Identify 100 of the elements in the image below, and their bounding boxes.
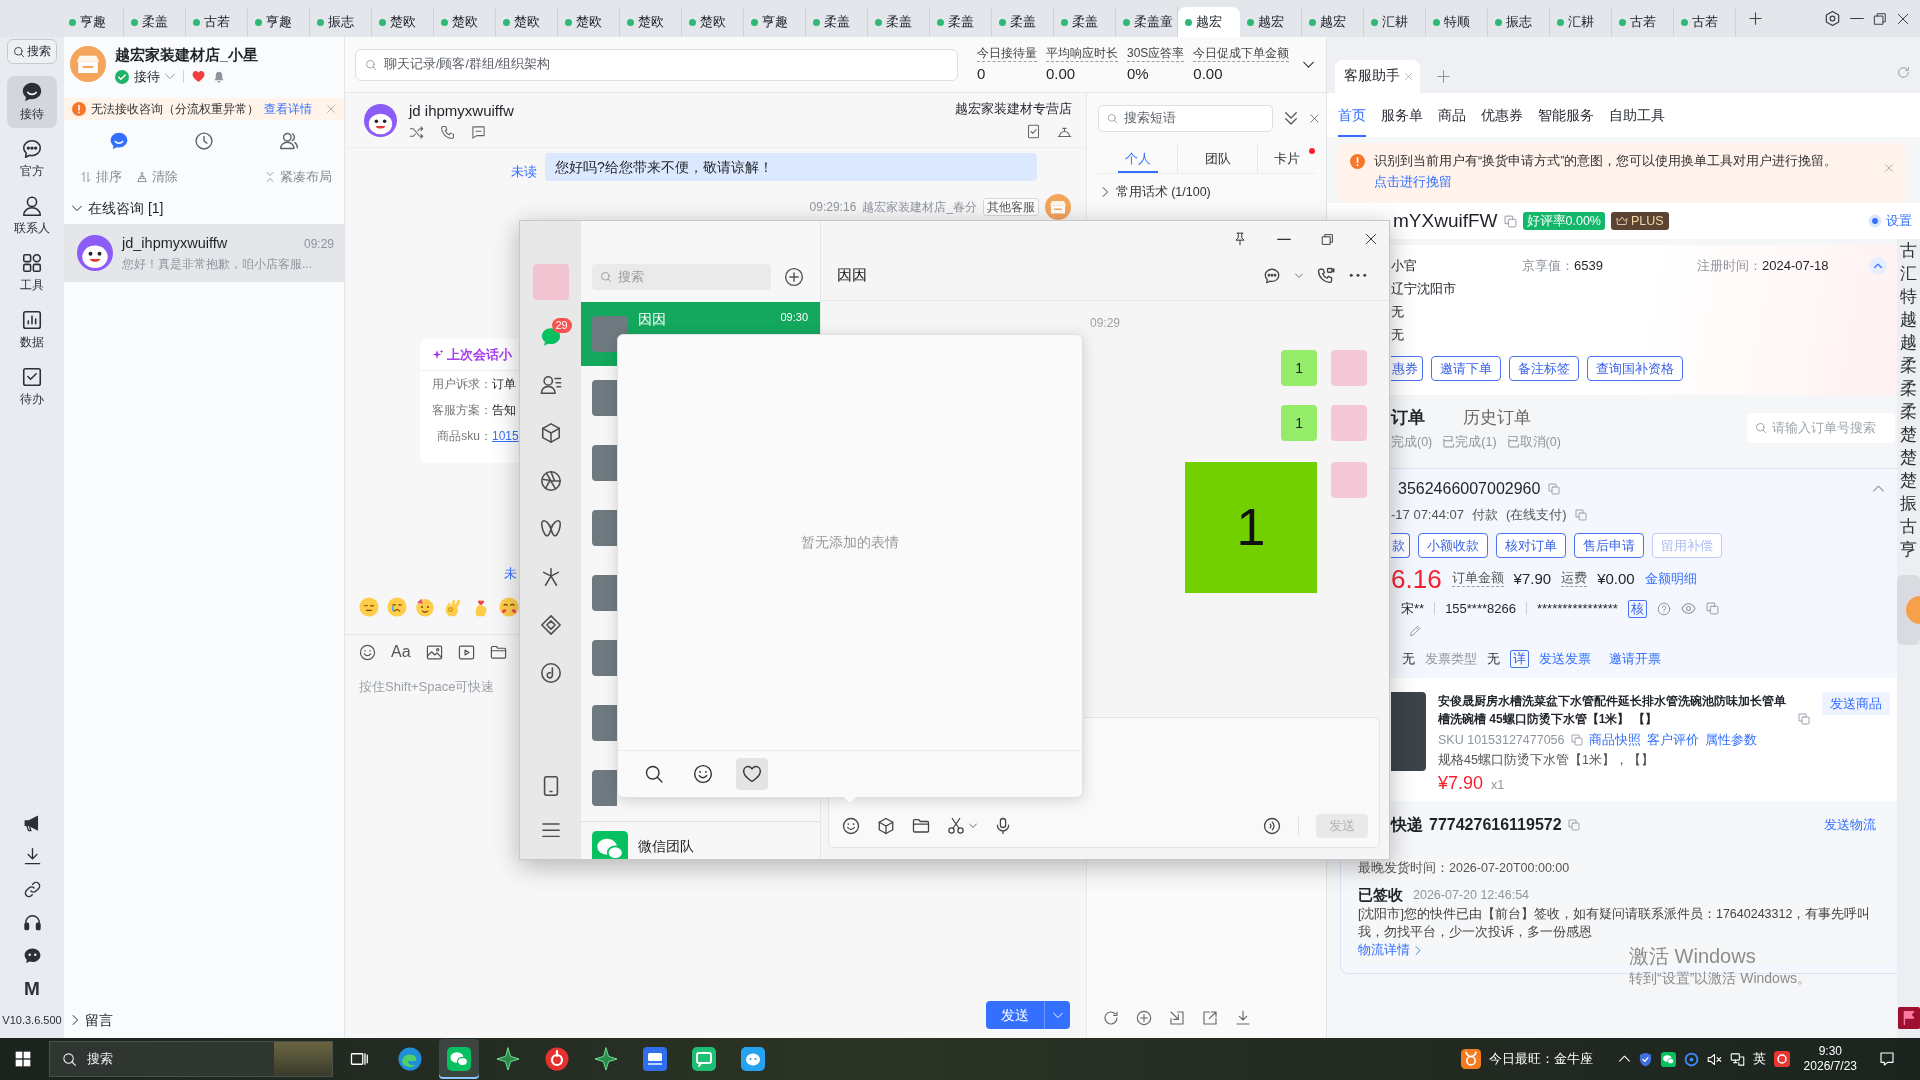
people-icon[interactable]	[279, 131, 300, 151]
cube-icon[interactable]	[877, 817, 895, 835]
side-tab[interactable]: 振	[1900, 492, 1917, 515]
clear-button[interactable]: 清除	[136, 168, 178, 186]
send-invoice-link[interactable]: 发送发票	[1539, 650, 1591, 668]
chat-app-icon[interactable]	[1660, 1051, 1676, 1067]
chat-dots-icon[interactable]	[1263, 266, 1281, 285]
handle-icon[interactable]	[1897, 575, 1920, 645]
emoji-icon[interactable]	[387, 597, 407, 618]
cube-icon[interactable]	[539, 422, 562, 444]
sort-button[interactable]: 排序	[80, 168, 122, 186]
link-icon[interactable]	[22, 880, 42, 899]
minimize-icon[interactable]	[1850, 17, 1864, 20]
notice-link[interactable]: 点击进行挽留	[1374, 175, 1452, 189]
clock-time[interactable]: 9:30	[1818, 1044, 1842, 1059]
flag-icon[interactable]	[1897, 1007, 1920, 1029]
phone-icon[interactable]	[440, 124, 455, 140]
nav-item[interactable]: 数据	[7, 304, 57, 356]
emoji-icon[interactable]	[359, 597, 379, 618]
send-button[interactable]: 发送	[986, 1001, 1044, 1029]
widget-text[interactable]: 今日最旺：金牛座	[1488, 1050, 1593, 1068]
notification-icon[interactable]	[1879, 1051, 1895, 1067]
network-icon[interactable]	[1729, 1051, 1745, 1067]
collapse-icon[interactable]	[1869, 256, 1887, 275]
smiley-icon[interactable]	[359, 643, 376, 661]
tab[interactable]: 客服助手	[1335, 60, 1420, 93]
text-format-button[interactable]: Aa	[391, 643, 411, 661]
circle-tile-icon[interactable]	[1773, 1051, 1790, 1067]
side-tab[interactable]: 古	[1900, 239, 1917, 262]
minimize-icon[interactable]	[1277, 237, 1291, 241]
search-field[interactable]: 搜索	[49, 1041, 333, 1077]
action-button[interactable]: 惠券	[1391, 356, 1423, 381]
product-link[interactable]: 属性参数	[1704, 730, 1757, 749]
status-dropdown[interactable]: 接待	[115, 68, 175, 86]
taskbar-app[interactable]	[439, 1039, 479, 1079]
action-button[interactable]: 款	[1391, 532, 1410, 558]
smiley-icon[interactable]	[842, 817, 860, 835]
emoji-icon[interactable]	[499, 597, 519, 618]
side-tab[interactable]: 楚	[1900, 469, 1917, 492]
restore-icon[interactable]	[1873, 11, 1887, 26]
nav-item[interactable]: 待办	[7, 361, 57, 413]
side-tab[interactable]: 汇	[1900, 262, 1917, 285]
add-icon[interactable]	[1136, 1010, 1152, 1026]
nav-item[interactable]: 接待	[7, 76, 57, 128]
microphone-icon[interactable]	[994, 817, 1012, 835]
group-header[interactable]: 常用话术 (1/100)	[1098, 184, 1211, 201]
nav-tab[interactable]: 智能服务	[1538, 93, 1594, 137]
side-tab[interactable]: 越	[1900, 331, 1917, 354]
nav-tab[interactable]: 首页	[1338, 93, 1366, 137]
import-icon[interactable]	[1169, 1010, 1185, 1026]
export-icon[interactable]	[1202, 1010, 1218, 1026]
menu-icon[interactable]	[541, 822, 560, 837]
action-button[interactable]: 售后申请	[1574, 532, 1644, 558]
diamond-icon[interactable]	[539, 614, 562, 636]
image-icon[interactable]	[425, 643, 443, 661]
side-tab[interactable]: 越	[1900, 308, 1917, 331]
nav-tab[interactable]: 服务单	[1381, 93, 1423, 137]
close-icon[interactable]	[1896, 11, 1910, 26]
search-button[interactable]: 搜索	[7, 39, 57, 64]
heart-icon[interactable]	[192, 70, 205, 84]
search-field[interactable]: 搜索短语	[1098, 105, 1273, 132]
action-button[interactable]: 备注标签	[1509, 356, 1579, 381]
side-tab[interactable]: 楚	[1900, 423, 1917, 446]
ring-icon[interactable]	[1683, 1051, 1699, 1067]
search-field[interactable]: 聊天记录/顾客/群组/组织架构	[355, 48, 958, 81]
close-icon[interactable]	[1364, 232, 1378, 246]
scissors-icon[interactable]	[947, 817, 965, 835]
breakdown-link[interactable]: 金额明细	[1644, 570, 1697, 588]
new-tab-icon[interactable]	[1748, 11, 1763, 26]
download-icon[interactable]	[1235, 1010, 1251, 1026]
eye-icon[interactable]	[1680, 601, 1696, 617]
nav-item[interactable]: 工具	[7, 247, 57, 299]
folder-icon[interactable]	[489, 643, 507, 661]
side-tab[interactable]: 亨	[1900, 538, 1917, 561]
action-button[interactable]: 查询国补资格	[1587, 356, 1683, 381]
voice-icon[interactable]	[1263, 817, 1281, 835]
nav-item[interactable]: 联系人	[7, 190, 57, 242]
chat-dots-icon[interactable]	[22, 946, 42, 965]
group-header[interactable]: 留言	[64, 1004, 113, 1036]
call-icon[interactable]	[1317, 266, 1335, 285]
contact-item[interactable]: 微信团队	[581, 821, 820, 859]
side-tab[interactable]: 柔	[1900, 400, 1917, 423]
nav-item[interactable]: 官方	[7, 133, 57, 185]
refresh-icon[interactable]	[1103, 1010, 1119, 1026]
detail-button[interactable]: 详	[1510, 649, 1529, 668]
checklist-icon[interactable]	[1026, 123, 1041, 139]
caret-icon[interactable]	[1303, 60, 1315, 69]
chat-bubble-icon[interactable]	[108, 131, 129, 151]
headset-icon[interactable]	[22, 913, 42, 932]
input-method-indicator[interactable]: 英	[1752, 1050, 1766, 1068]
nav-tab[interactable]: 自助工具	[1609, 93, 1665, 137]
side-tab[interactable]: 特	[1900, 285, 1917, 308]
sticker-tab[interactable]	[736, 758, 768, 790]
side-tab[interactable]: 楚	[1900, 446, 1917, 469]
transfer-icon[interactable]	[409, 124, 424, 140]
clock-icon[interactable]	[194, 131, 214, 151]
more-icon[interactable]	[1349, 273, 1367, 278]
action-button[interactable]: 小额收款	[1418, 532, 1488, 558]
aperture-icon[interactable]	[539, 470, 562, 492]
speaker-muted-icon[interactable]	[1706, 1051, 1722, 1067]
